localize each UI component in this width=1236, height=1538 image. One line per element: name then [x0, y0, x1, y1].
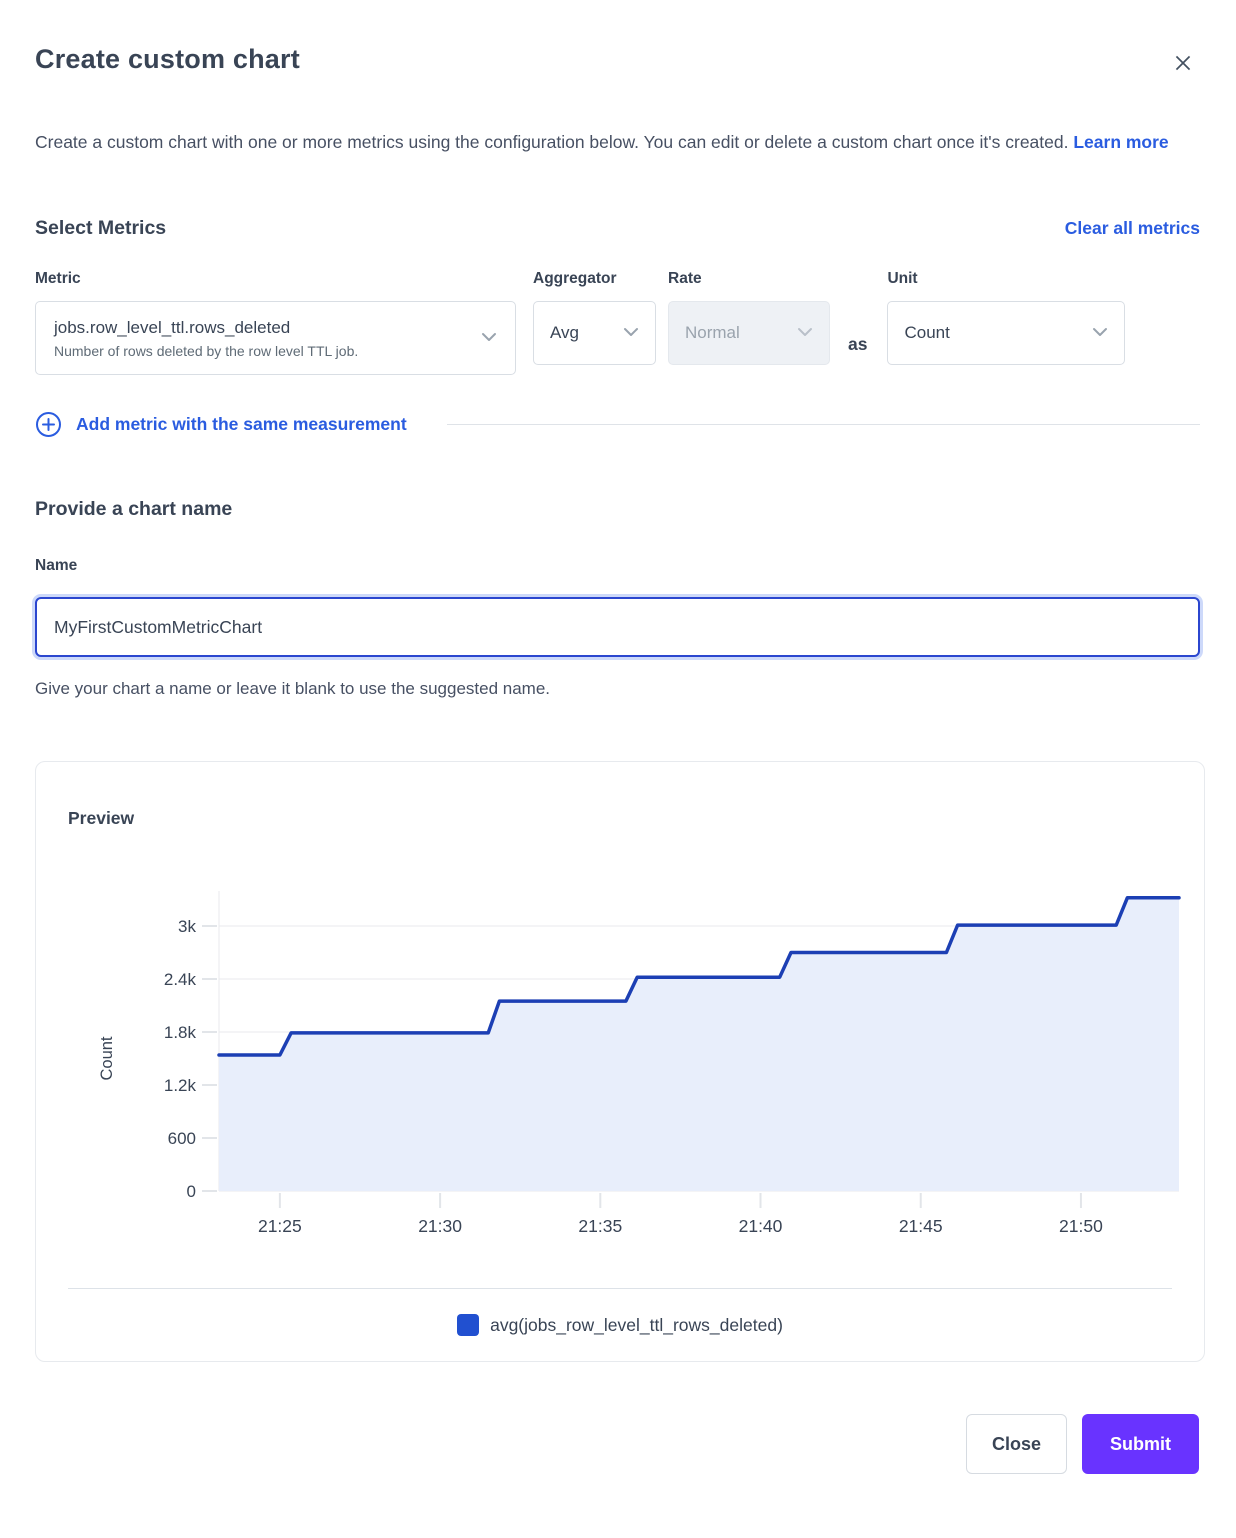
- metric-row-divider: [447, 424, 1200, 425]
- clear-all-metrics-link[interactable]: Clear all metrics: [1065, 218, 1200, 239]
- dialog-footer: Close Submit: [35, 1414, 1200, 1474]
- close-button-x[interactable]: [1166, 46, 1200, 83]
- create-custom-chart-dialog: Create custom chart Create a custom char…: [0, 0, 1236, 1514]
- aggregator-select-value: Avg: [550, 323, 579, 343]
- name-label: Name: [35, 557, 1200, 575]
- svg-text:1.8k: 1.8k: [164, 1023, 197, 1042]
- chevron-down-icon: [1092, 324, 1108, 342]
- page-title: Create custom chart: [35, 44, 300, 75]
- svg-text:0: 0: [187, 1182, 196, 1201]
- metric-select-description: Number of rows deleted by the row level …: [54, 343, 358, 359]
- aggregator-field: Aggregator Avg: [533, 270, 656, 365]
- unit-label: Unit: [887, 270, 1125, 288]
- preview-chart-svg: 0 600 1.2k 1.8k 2.4k 3k 21:25 21:30 21:35 21:40 21…: [68, 851, 1204, 1241]
- preview-heading: Preview: [68, 808, 1172, 829]
- svg-text:21:45: 21:45: [899, 1216, 943, 1236]
- svg-text:1.2k: 1.2k: [164, 1076, 197, 1095]
- unit-field: Unit Count: [887, 270, 1125, 365]
- as-label: as: [848, 334, 867, 355]
- metric-select-text: jobs.row_level_ttl.rows_deleted Number o…: [54, 318, 358, 359]
- chart-legend: avg(jobs_row_level_ttl_rows_deleted): [68, 1289, 1172, 1361]
- svg-text:21:50: 21:50: [1059, 1216, 1103, 1236]
- preview-card: Preview 0 600 1.2k 1.8k 2.4k 3k 21:25 21:30 21:3…: [35, 761, 1205, 1362]
- add-metric-button[interactable]: Add metric with the same measurement: [76, 414, 407, 435]
- dialog-header: Create custom chart: [35, 44, 1200, 83]
- unit-select-value: Count: [904, 323, 949, 343]
- name-helper-text: Give your chart a name or leave it blank…: [35, 679, 1200, 699]
- svg-text:3k: 3k: [178, 917, 196, 936]
- chart-name-heading: Provide a chart name: [35, 498, 1200, 521]
- learn-more-link[interactable]: Learn more: [1073, 132, 1168, 152]
- submit-button[interactable]: Submit: [1082, 1414, 1199, 1474]
- chevron-down-icon: [623, 324, 639, 342]
- svg-text:600: 600: [168, 1129, 196, 1148]
- close-icon: [1172, 62, 1194, 77]
- unit-select[interactable]: Count: [887, 301, 1125, 365]
- close-button[interactable]: Close: [966, 1414, 1067, 1474]
- aggregator-select[interactable]: Avg: [533, 301, 656, 365]
- metric-label: Metric: [35, 270, 516, 288]
- rate-select: Normal: [668, 301, 830, 365]
- metric-select[interactable]: jobs.row_level_ttl.rows_deleted Number o…: [35, 301, 516, 375]
- svg-text:21:25: 21:25: [258, 1216, 302, 1236]
- description-text: Create a custom chart with one or more m…: [35, 132, 1068, 152]
- legend-label: avg(jobs_row_level_ttl_rows_deleted): [490, 1315, 783, 1336]
- aggregator-label: Aggregator: [533, 270, 656, 288]
- svg-text:2.4k: 2.4k: [164, 970, 197, 989]
- rate-field: Rate Normal: [668, 270, 830, 365]
- chevron-down-icon: [797, 324, 813, 342]
- rate-select-value: Normal: [685, 323, 740, 343]
- rate-label: Rate: [668, 270, 830, 288]
- svg-text:21:40: 21:40: [739, 1216, 783, 1236]
- legend-swatch: [457, 1314, 479, 1336]
- dialog-description: Create a custom chart with one or more m…: [35, 123, 1200, 161]
- chevron-down-icon: [481, 329, 497, 347]
- chart-name-input[interactable]: [35, 597, 1200, 657]
- svg-text:21:30: 21:30: [418, 1216, 462, 1236]
- metric-select-value: jobs.row_level_ttl.rows_deleted: [54, 318, 358, 338]
- metric-config-row: Metric jobs.row_level_ttl.rows_deleted N…: [35, 270, 1200, 375]
- metric-field: Metric jobs.row_level_ttl.rows_deleted N…: [35, 270, 516, 375]
- svg-text:Count: Count: [98, 1036, 116, 1080]
- add-metric-row: Add metric with the same measurement: [35, 411, 1200, 438]
- select-metrics-heading: Select Metrics: [35, 217, 166, 240]
- select-metrics-header: Select Metrics Clear all metrics: [35, 217, 1200, 240]
- plus-circle-icon: [35, 411, 62, 438]
- svg-text:21:35: 21:35: [578, 1216, 622, 1236]
